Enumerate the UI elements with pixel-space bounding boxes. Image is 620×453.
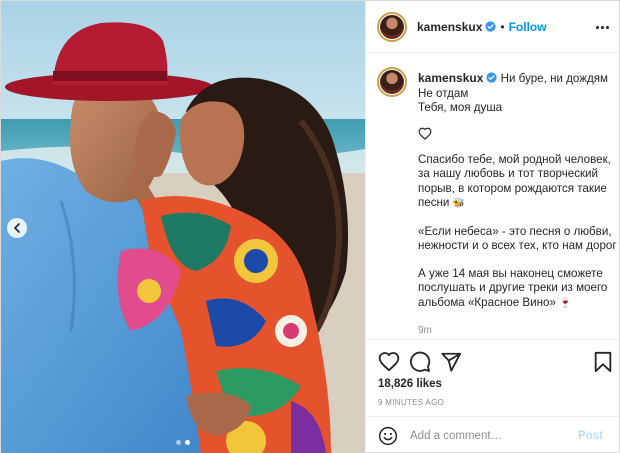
post-header: kamenskux • Follow — [366, 1, 620, 53]
comment-bubble-icon[interactable] — [409, 351, 431, 373]
username-link[interactable]: kamenskux — [417, 20, 482, 34]
caption-line: Ни буре, ни дождям — [500, 72, 609, 85]
likes-count[interactable]: 18,826 likes — [378, 378, 442, 390]
more-dot — [606, 25, 609, 29]
caption-paragraph: А уже 14 мая вы наконец сможете послушат… — [418, 267, 618, 312]
bee-emoji: 🐝 — [452, 198, 466, 209]
comment-bar: Post — [366, 416, 620, 453]
comment-input[interactable] — [410, 429, 578, 442]
carousel-dot-active — [185, 440, 190, 445]
verified-badge-icon — [486, 72, 498, 83]
wine-emoji: 🍷 — [559, 297, 572, 309]
avatar-image — [380, 14, 404, 39]
caption-area: kamenskux Ни буре, ни дождям Не отдам Те… — [366, 53, 620, 340]
like-heart-icon[interactable] — [378, 351, 400, 373]
avatar[interactable] — [377, 11, 407, 42]
caption-avatar[interactable] — [377, 67, 407, 97]
post-side-panel: kamenskux • Follow kamenskux Ни буре, ни… — [365, 1, 620, 453]
bookmark-icon[interactable] — [592, 351, 614, 373]
chevron-left-icon — [14, 223, 20, 233]
carousel-indicator — [1, 440, 365, 445]
caption-line: Тебя, моя душа — [418, 101, 503, 114]
couple-photo-illustration — [1, 1, 365, 453]
post-comment-button[interactable]: Post — [578, 430, 603, 442]
more-options-icon[interactable] — [596, 21, 610, 33]
carousel-dot — [176, 440, 181, 445]
caption-paragraph: «Если небеса» - это песня о любви, нежно… — [418, 224, 617, 253]
heart-icon[interactable] — [418, 127, 432, 140]
caption-paragraph: Спасибо тебе, мой родной человек, за наш… — [418, 153, 618, 212]
paper-plane-icon[interactable] — [440, 351, 462, 373]
follow-button[interactable]: Follow — [509, 20, 547, 34]
caption-line: Не отдам — [418, 86, 469, 100]
more-dot — [601, 25, 604, 29]
avatar-image — [380, 70, 404, 94]
caption-username[interactable]: kamenskux — [418, 71, 483, 85]
verified-badge-icon — [485, 21, 497, 32]
post-photo[interactable] — [1, 1, 365, 453]
carousel-prev-button[interactable] — [7, 218, 27, 238]
instagram-post: kamenskux • Follow kamenskux Ни буре, ни… — [0, 0, 620, 453]
post-timestamp[interactable]: 9 MINUTES AGO — [378, 398, 444, 407]
more-dot — [596, 25, 599, 29]
caption-paragraph-text: А уже 14 мая вы наконец сможете послушат… — [418, 266, 608, 309]
caption-paragraph-text: Спасибо тебе, мой родной человек, за наш… — [418, 152, 611, 210]
caption-time: 9m — [418, 325, 432, 336]
smiley-icon[interactable] — [378, 426, 398, 446]
caption-first-line: kamenskux Ни буре, ни дождям — [418, 71, 618, 87]
caption-text: kamenskux Ни буре, ни дождям Не отдам Те… — [418, 71, 618, 339]
action-bar — [366, 341, 620, 379]
header-separator: • — [500, 19, 505, 34]
